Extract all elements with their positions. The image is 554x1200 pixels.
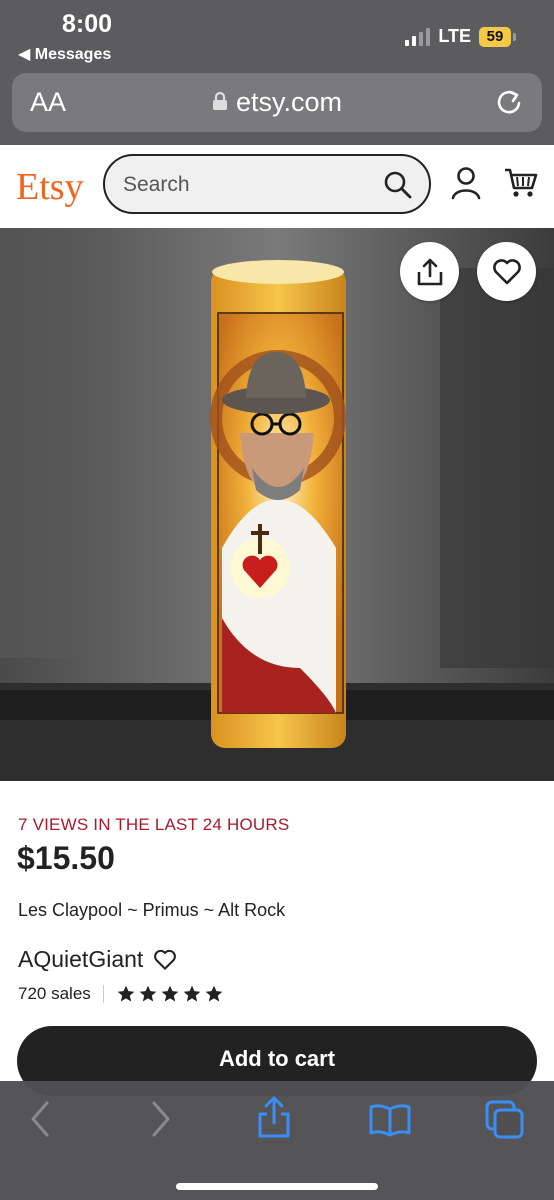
reload-icon[interactable] xyxy=(494,86,524,118)
etsy-logo[interactable]: Etsy xyxy=(16,165,84,209)
views-notice: 7 VIEWS IN THE LAST 24 HOURS xyxy=(18,815,290,834)
back-to-messages[interactable]: ◀ Messages xyxy=(18,44,111,64)
battery-icon: 59 xyxy=(479,26,511,47)
share-icon xyxy=(417,258,442,285)
star-icon xyxy=(117,985,135,1002)
address-bar[interactable]: AA etsy.com xyxy=(12,73,542,132)
favorite-shop-heart-icon[interactable] xyxy=(153,949,177,971)
status-indicators: LTE 59 xyxy=(405,26,516,47)
signal-icon xyxy=(405,27,431,46)
star-icon xyxy=(139,985,157,1002)
candle-photo xyxy=(0,228,554,781)
url-text: etsy.com xyxy=(235,87,343,117)
share-icon[interactable] xyxy=(256,1095,292,1139)
heart-icon xyxy=(492,258,521,284)
lock-icon xyxy=(212,91,227,110)
star-icon xyxy=(183,985,201,1002)
price: $15.50 xyxy=(17,840,115,876)
share-button[interactable] xyxy=(400,242,459,301)
star-icon xyxy=(161,985,179,1002)
site-header: Etsy Search xyxy=(0,145,554,229)
battery-tip xyxy=(513,32,516,41)
search-input[interactable]: Search xyxy=(103,154,431,214)
user-icon[interactable] xyxy=(451,166,481,200)
listing-title: Les Claypool ~ Primus ~ Alt Rock xyxy=(18,900,286,920)
home-indicator xyxy=(176,1183,378,1190)
network-type: LTE xyxy=(438,26,471,46)
forward-arrow-icon[interactable] xyxy=(146,1099,174,1139)
shop-name[interactable]: AQuietGiant xyxy=(18,946,143,973)
star-icon xyxy=(205,985,223,1002)
sales-count: 720 sales xyxy=(18,984,91,1003)
search-placeholder: Search xyxy=(123,173,190,196)
tabs-icon[interactable] xyxy=(484,1099,526,1141)
shop-link[interactable]: AQuietGiant xyxy=(18,946,177,973)
search-icon[interactable] xyxy=(383,170,413,200)
status-time: 8:00 xyxy=(62,10,113,38)
browser-chrome: 8:00 ◀ Messages LTE 59 AA etsy.com xyxy=(0,0,554,145)
shop-stats: 720 sales xyxy=(18,984,224,1004)
star-rating[interactable] xyxy=(116,984,224,1004)
divider xyxy=(102,985,104,1003)
cart-icon[interactable] xyxy=(504,167,538,199)
url-display[interactable]: etsy.com xyxy=(12,87,542,118)
product-image[interactable] xyxy=(0,228,554,781)
favorite-button[interactable] xyxy=(477,242,536,301)
bookmarks-icon[interactable] xyxy=(368,1103,412,1137)
back-arrow-icon[interactable] xyxy=(27,1099,55,1139)
